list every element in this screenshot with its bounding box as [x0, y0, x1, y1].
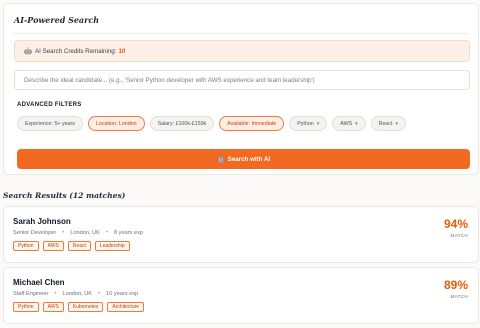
match-label: MATCH	[450, 233, 468, 238]
filter-chip-availability[interactable]: Available: Immediate	[219, 116, 285, 131]
skill-tag: Leadership	[94, 241, 130, 251]
search-with-ai-button[interactable]: 🤖 Search with AI	[17, 149, 470, 169]
candidate-description-input[interactable]	[14, 70, 470, 90]
match-score: 89%	[443, 278, 468, 292]
filter-chip-salary[interactable]: Salary: £100k-£150k	[149, 116, 215, 131]
candidate-meta: Senior Developer • London, UK • 8 years …	[13, 230, 143, 236]
filter-chip-label: Location: London	[95, 120, 137, 127]
candidate-experience: 10 years exp	[106, 291, 139, 297]
filter-chips: Experience: 5+ years Location: London Sa…	[17, 116, 407, 131]
filter-chip-location[interactable]: Location: London	[87, 116, 145, 131]
skill-tags: Python AWS Kubernetes Architecture	[13, 302, 145, 312]
separator-dot: •	[98, 291, 101, 297]
filter-chip-label: Python	[297, 120, 314, 127]
skill-tag: React	[67, 241, 91, 251]
filter-chip-python[interactable]: Python ▾	[289, 116, 328, 131]
credits-banner: 🤖 AI Search Credits Remaining: 10	[14, 40, 470, 62]
separator-dot: •	[62, 230, 65, 236]
skill-tag: AWS	[42, 241, 64, 251]
match-label: MATCH	[450, 294, 468, 299]
candidate-location: London, UK	[70, 230, 100, 236]
filter-chip-experience[interactable]: Experience: 5+ years	[17, 116, 83, 131]
panel-title: AI-Powered Search	[14, 15, 100, 25]
skill-tag: AWS	[42, 302, 64, 312]
robot-icon: 🤖	[24, 48, 32, 55]
candidate-role: Staff Engineer	[13, 291, 49, 297]
candidate-name[interactable]: Michael Chen	[13, 278, 65, 287]
skill-tag: Python	[13, 302, 39, 312]
filter-chip-label: React	[378, 120, 393, 127]
candidate-card[interactable]: Sarah Johnson Senior Developer • London,…	[3, 206, 479, 263]
candidate-role: Senior Developer	[13, 230, 57, 236]
filter-chip-react[interactable]: React ▾	[370, 116, 407, 131]
chevron-down-icon: ▾	[355, 120, 358, 127]
skill-tag: Architecture	[107, 302, 145, 312]
credits-label: AI Search Credits Remaining:	[34, 47, 117, 55]
ai-search-panel: AI-Powered Search 🤖 AI Search Credits Re…	[3, 3, 479, 175]
filter-chip-label: Salary: £100k-£150k	[157, 120, 207, 127]
skill-tag: Python	[13, 241, 39, 251]
results-heading: Search Results (12 matches)	[3, 191, 126, 200]
skill-tag: Kubernetes	[67, 302, 104, 312]
robot-icon: 🤖	[216, 156, 225, 163]
candidate-card[interactable]: Michael Chen Staff Engineer • London, UK…	[3, 267, 479, 324]
candidate-name[interactable]: Sarah Johnson	[13, 217, 71, 226]
filter-chip-aws[interactable]: AWS ▾	[332, 116, 366, 131]
filter-chip-label: AWS	[340, 120, 353, 127]
separator-dot: •	[105, 230, 108, 236]
divider	[14, 33, 468, 34]
match-score: 94%	[443, 217, 468, 231]
candidate-meta: Staff Engineer • London, UK • 10 years e…	[13, 291, 138, 297]
chevron-down-icon: ▾	[316, 120, 320, 127]
filter-chip-label: Experience: 5+ years	[25, 120, 75, 127]
chevron-down-icon: ▾	[395, 120, 399, 127]
filter-chip-label: Available: Immediate	[227, 120, 277, 127]
separator-dot: •	[54, 291, 57, 297]
skill-tags: Python AWS React Leadership	[13, 241, 130, 251]
candidate-location: London, UK	[62, 291, 93, 297]
search-button-label: Search with AI	[227, 155, 271, 163]
advanced-filters-heading: ADVANCED FILTERS	[17, 102, 82, 108]
credits-count: 10	[118, 47, 126, 55]
candidate-experience: 8 years exp	[114, 230, 143, 236]
